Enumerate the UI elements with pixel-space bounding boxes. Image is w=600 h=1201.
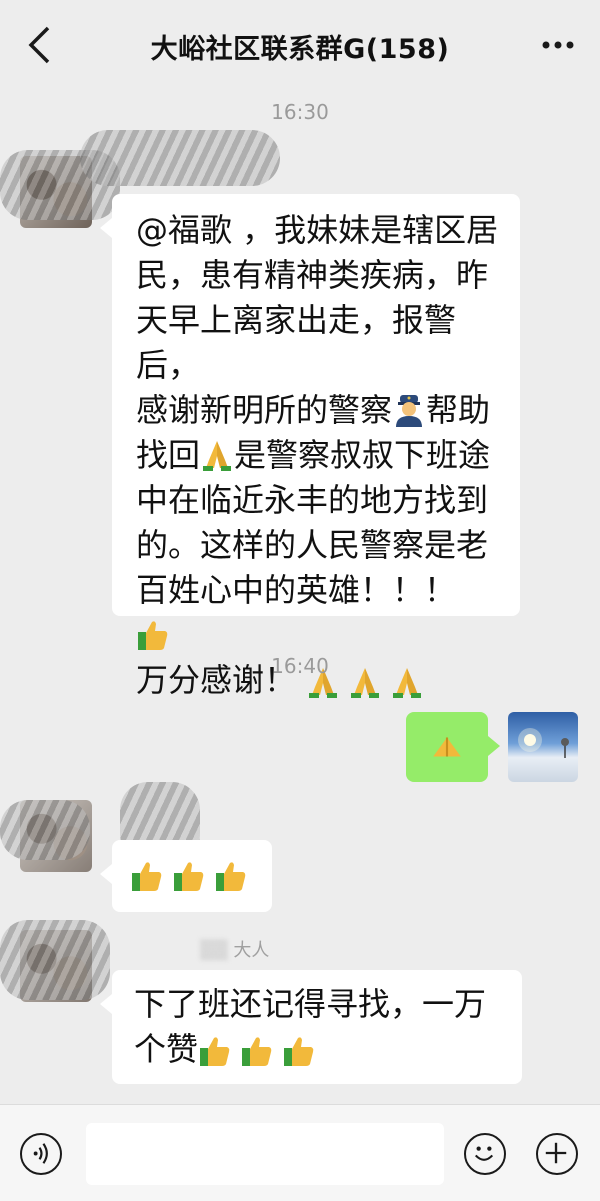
name-obscured (80, 130, 280, 186)
thumbs-up-icon (242, 1037, 272, 1066)
input-bar (0, 1104, 600, 1201)
chevron-left-icon[interactable] (20, 22, 60, 68)
name-obscured (0, 920, 110, 1000)
thumbs-up-icon (284, 1037, 314, 1066)
thumbs-up-icon (138, 621, 168, 650)
thumbs-up-icon (174, 862, 204, 891)
message-line: 下了班还记得寻找，一万 (134, 985, 487, 1023)
timestamp: 16:40 (271, 654, 329, 678)
thumbs-up-icon (216, 862, 246, 891)
emoji-row (130, 859, 248, 893)
message-line: 的。这样的人民警察是老 (136, 526, 489, 564)
chat-header: 大峪社区联系群G(158) (0, 0, 600, 92)
name-obscured (0, 800, 90, 860)
more-dots-icon[interactable] (538, 28, 578, 62)
message-input[interactable] (86, 1123, 444, 1185)
thumbs-up-icon (132, 862, 162, 891)
timestamp: 16:30 (271, 100, 329, 124)
smiley-icon[interactable] (464, 1133, 506, 1175)
sunlight-icon (518, 728, 569, 758)
message-line: @福歌 ，我妹妹是辖区居 (136, 211, 499, 249)
chat-title: 大峪社区联系群G(158) (150, 33, 450, 65)
voice-icon[interactable] (20, 1133, 62, 1175)
message-line: 找回 是警察叔叔下班途 (136, 436, 491, 474)
message-line: 百姓心中的英雄！！！ (136, 568, 500, 658)
message-line: 中在临近永丰的地方找到 (136, 481, 489, 519)
police-officer-icon (396, 395, 423, 427)
message-line: 民，患有精神类疾病，昨 (136, 256, 489, 294)
praying-hands-icon (433, 737, 461, 757)
message-bubble[interactable]: 下了班还记得寻找，一万 个赞 (100, 970, 522, 1084)
my-avatar[interactable] (508, 712, 578, 782)
message-line: 天早上离家出走，报警后， (136, 301, 457, 384)
message-line: 个赞 (134, 1027, 500, 1072)
praying-hands-icon (203, 441, 232, 471)
message-bubble[interactable] (100, 840, 272, 912)
message-bubble-sent[interactable] (406, 712, 500, 782)
message-line: 感谢新明所的警察 帮助 (136, 391, 491, 429)
message-bubble[interactable]: @福歌 ，我妹妹是辖区居 民，患有精神类疾病，昨 天早上离家出走，报警后， 感谢… (100, 194, 520, 699)
sender-name: ▒▒ 大人 (200, 940, 270, 961)
plus-icon[interactable] (536, 1133, 578, 1175)
thumbs-up-icon (200, 1037, 230, 1066)
